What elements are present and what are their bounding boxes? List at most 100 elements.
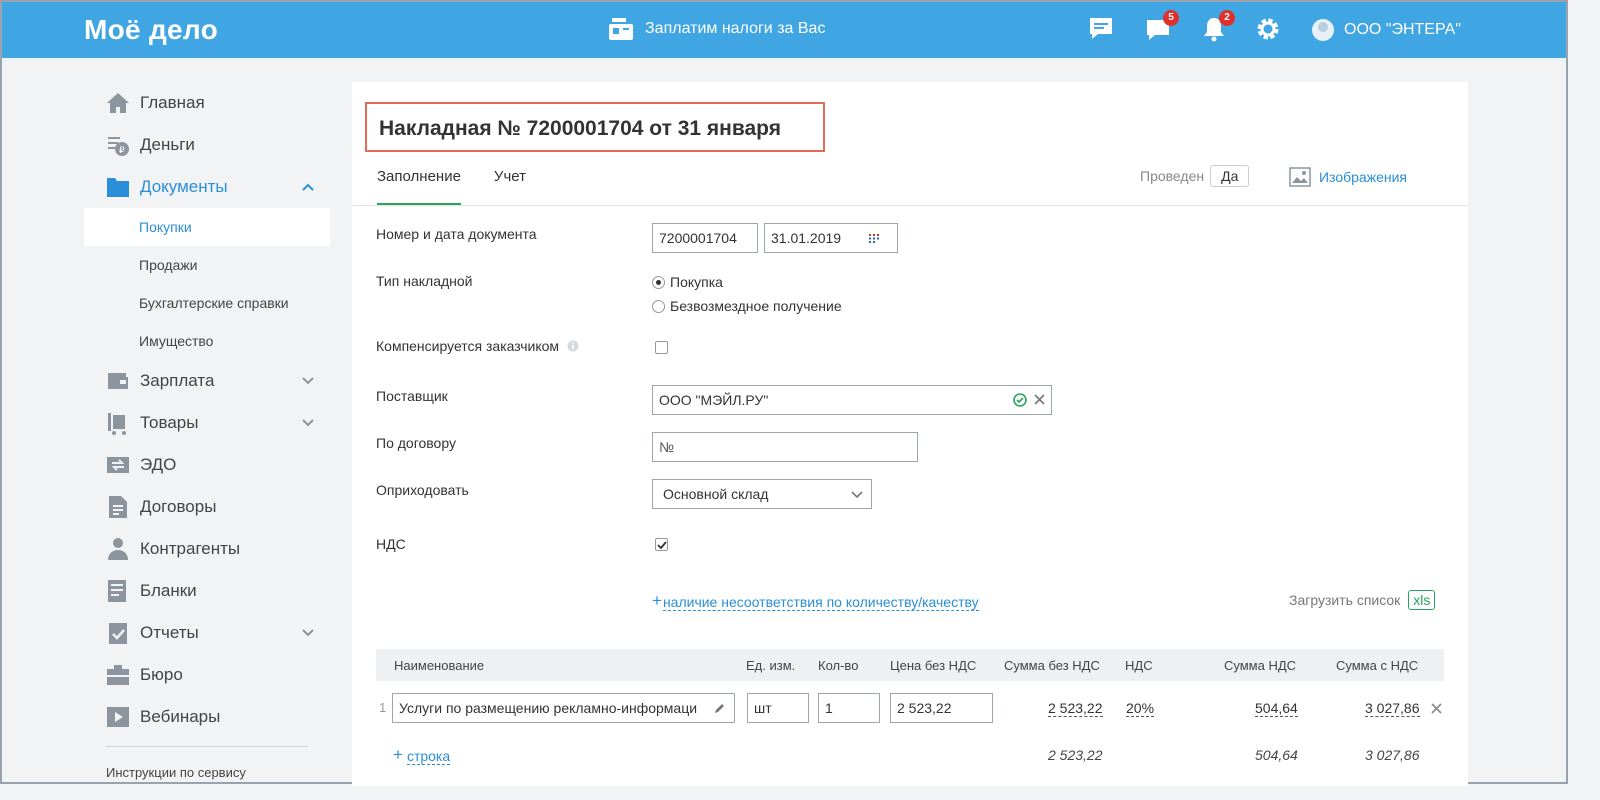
briefcase-icon bbox=[107, 665, 129, 685]
type-free-receipt-radio[interactable]: Безвозмездное получение bbox=[652, 298, 842, 314]
sidebar-item-webinars[interactable]: Вебинары bbox=[84, 696, 330, 738]
document-panel: Накладная № 7200001704 от 31 января Запо… bbox=[352, 82, 1468, 786]
sidebar-item-counterparties[interactable]: Контрагенты bbox=[84, 528, 330, 570]
chevron-up-icon bbox=[302, 183, 314, 191]
total-sum-with-vat: 3 027,86 bbox=[1365, 747, 1420, 763]
sidebar-subitem-property[interactable]: Имущество bbox=[84, 322, 330, 360]
compensated-label: Компенсируется заказчиком bbox=[376, 338, 560, 354]
stock-select[interactable]: Основной склад bbox=[652, 479, 872, 509]
vat-checkbox[interactable] bbox=[655, 538, 668, 551]
bell-icon[interactable]: 2 bbox=[1201, 10, 1235, 42]
mismatch-link[interactable]: + наличие несоответствия по количеству/к… bbox=[652, 592, 979, 611]
info-icon[interactable] bbox=[567, 340, 579, 352]
sidebar-item-goods[interactable]: Товары bbox=[84, 402, 330, 444]
radio-label: Безвозмездное получение bbox=[670, 298, 842, 314]
sidebar-item-label: Деньги bbox=[140, 135, 195, 154]
delete-row-icon[interactable] bbox=[1431, 703, 1442, 714]
contract-input[interactable]: № bbox=[652, 432, 918, 462]
row-sum-no-vat[interactable]: 2 523,22 bbox=[1048, 700, 1103, 717]
top-bar: Моё дело Заплатим налоги за Вас 5 2 ООО … bbox=[2, 2, 1566, 58]
tab-filling[interactable]: Заполнение bbox=[377, 168, 461, 206]
compensated-row-label: Компенсируется заказчиком bbox=[376, 338, 579, 354]
sidebar-item-edo[interactable]: ЭДО bbox=[84, 444, 330, 486]
tab-divider bbox=[352, 205, 1468, 206]
col-vat: НДС bbox=[1125, 658, 1153, 673]
sidebar-subitem-purchases[interactable]: Покупки bbox=[84, 208, 330, 246]
sidebar-subitem-sales[interactable]: Продажи bbox=[84, 246, 330, 284]
sidebar-item-salary[interactable]: Зарплата bbox=[84, 360, 330, 402]
logo[interactable]: Моё дело bbox=[84, 14, 218, 46]
pay-taxes-label: Заплатим налоги за Вас bbox=[645, 20, 826, 37]
money-icon: ₽ bbox=[108, 137, 129, 156]
notifications-badge: 2 bbox=[1219, 10, 1235, 26]
sidebar-item-label: Зарплата bbox=[140, 371, 215, 390]
sidebar-item-contracts[interactable]: Договоры bbox=[84, 486, 330, 528]
col-qty: Кол-во bbox=[818, 658, 859, 673]
unit-input[interactable]: шт bbox=[747, 693, 809, 723]
sidebar-subitem-accounting-notes[interactable]: Бухгалтерские справки bbox=[84, 284, 330, 322]
company-menu[interactable]: ООО "ЭНТЕРА" bbox=[1312, 19, 1461, 41]
chevron-down-icon bbox=[302, 377, 314, 385]
clear-icon[interactable] bbox=[1034, 394, 1045, 405]
supplier-label: Поставщик bbox=[376, 388, 448, 404]
document-date-value: 31.01.2019 bbox=[771, 230, 842, 246]
row-vat-rate[interactable]: 20% bbox=[1126, 700, 1155, 717]
posted-status: Проведен Да bbox=[1140, 165, 1250, 187]
supplier-input[interactable]: ООО "МЭЙЛ.РУ" bbox=[652, 385, 1052, 415]
sidebar-item-label: Договоры bbox=[140, 497, 217, 516]
calendar-icon[interactable] bbox=[869, 234, 879, 243]
help-link[interactable]: Инструкции по сервису bbox=[84, 765, 330, 780]
sidebar-item-documents[interactable]: Документы bbox=[84, 166, 330, 208]
upload-label: Загрузить список bbox=[1289, 592, 1401, 608]
col-unit: Ед. изм. bbox=[746, 658, 796, 673]
images-link[interactable]: Изображения bbox=[1289, 167, 1407, 187]
folder-icon bbox=[107, 178, 129, 197]
messages-icon[interactable]: 5 bbox=[1145, 10, 1179, 42]
pencil-icon[interactable] bbox=[714, 702, 726, 714]
col-name: Наименование bbox=[394, 658, 485, 673]
quantity-input[interactable]: 1 bbox=[818, 693, 880, 723]
col-sum-with-vat: Сумма с НДС bbox=[1336, 658, 1419, 673]
row-index: 1 bbox=[379, 700, 387, 715]
upload-list[interactable]: Загрузить список xls bbox=[1289, 590, 1436, 610]
item-name-input[interactable]: Услуги по размещению рекламно-информаци bbox=[392, 693, 735, 723]
gear-icon[interactable] bbox=[1255, 16, 1281, 42]
chevron-down-icon bbox=[302, 629, 314, 637]
type-purchase-radio[interactable]: Покупка bbox=[652, 274, 723, 290]
cart-icon bbox=[108, 413, 126, 435]
chat-icon[interactable] bbox=[1088, 16, 1114, 42]
sidebar-item-forms[interactable]: Бланки bbox=[84, 570, 330, 612]
compensated-checkbox[interactable] bbox=[655, 341, 668, 354]
sidebar-divider bbox=[106, 746, 308, 747]
sidebar-item-bureau[interactable]: Бюро bbox=[84, 654, 330, 696]
sidebar-item-reports[interactable]: Отчеты bbox=[84, 612, 330, 654]
price-input[interactable]: 2 523,22 bbox=[890, 693, 993, 723]
home-icon bbox=[107, 93, 129, 113]
svg-text:₽: ₽ bbox=[119, 145, 125, 155]
stock-label: Оприходовать bbox=[376, 482, 469, 498]
sidebar-item-money[interactable]: ₽ Деньги bbox=[84, 124, 330, 166]
tab-accounting[interactable]: Учет bbox=[494, 168, 526, 206]
pay-taxes-link[interactable]: Заплатим налоги за Вас bbox=[609, 18, 825, 40]
row-sum-with-vat[interactable]: 3 027,86 bbox=[1365, 700, 1420, 717]
row-vat-sum[interactable]: 504,64 bbox=[1255, 700, 1298, 717]
total-sum-no-vat: 2 523,22 bbox=[1048, 747, 1103, 763]
document-date-input[interactable]: 31.01.2019 bbox=[764, 223, 898, 253]
sidebar-item-home[interactable]: Главная bbox=[84, 82, 330, 124]
xls-badge[interactable]: xls bbox=[1408, 590, 1436, 610]
title-highlight: Накладная № 7200001704 от 31 января bbox=[365, 102, 825, 152]
images-label: Изображения bbox=[1319, 169, 1407, 185]
checkmark-icon bbox=[657, 541, 667, 550]
posted-toggle[interactable]: Да bbox=[1210, 165, 1250, 187]
person-icon bbox=[108, 538, 128, 560]
document-number-input[interactable]: 7200001704 bbox=[652, 223, 758, 253]
sidebar-item-label: Документы bbox=[140, 177, 228, 196]
add-row-link[interactable]: + строка bbox=[393, 746, 451, 765]
avatar bbox=[1312, 19, 1334, 41]
radio-indicator bbox=[652, 299, 665, 313]
sidebar-item-label: ЭДО bbox=[140, 455, 177, 474]
company-name: ООО "ЭНТЕРА" bbox=[1344, 21, 1461, 38]
supplier-value: ООО "МЭЙЛ.РУ" bbox=[659, 392, 769, 408]
chevron-down-icon bbox=[851, 491, 863, 499]
page-title: Накладная № 7200001704 от 31 января bbox=[379, 117, 781, 140]
